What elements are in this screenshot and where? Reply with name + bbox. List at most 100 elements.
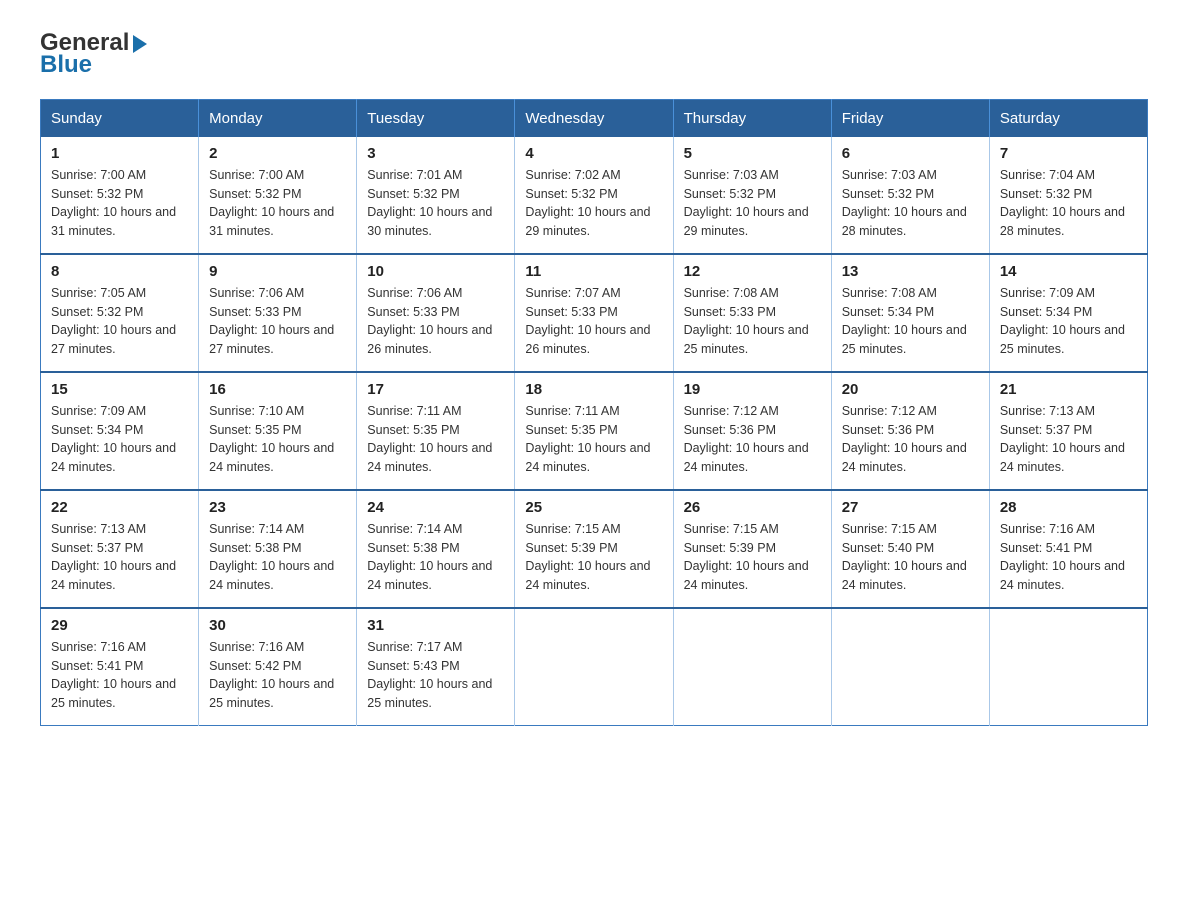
calendar-header-row: SundayMondayTuesdayWednesdayThursdayFrid… xyxy=(41,99,1148,137)
day-info: Sunrise: 7:06 AMSunset: 5:33 PMDaylight:… xyxy=(367,284,504,359)
day-number: 23 xyxy=(209,499,346,516)
calendar-week-row: 1 Sunrise: 7:00 AMSunset: 5:32 PMDayligh… xyxy=(41,137,1148,254)
calendar-day-cell: 29 Sunrise: 7:16 AMSunset: 5:41 PMDaylig… xyxy=(41,608,199,726)
day-number: 28 xyxy=(1000,499,1137,516)
day-info: Sunrise: 7:16 AMSunset: 5:42 PMDaylight:… xyxy=(209,638,346,713)
day-info: Sunrise: 7:12 AMSunset: 5:36 PMDaylight:… xyxy=(842,402,979,477)
calendar-day-cell: 8 Sunrise: 7:05 AMSunset: 5:32 PMDayligh… xyxy=(41,254,199,372)
day-info: Sunrise: 7:16 AMSunset: 5:41 PMDaylight:… xyxy=(51,638,188,713)
day-number: 21 xyxy=(1000,381,1137,398)
calendar-week-row: 8 Sunrise: 7:05 AMSunset: 5:32 PMDayligh… xyxy=(41,254,1148,372)
calendar-day-cell: 30 Sunrise: 7:16 AMSunset: 5:42 PMDaylig… xyxy=(199,608,357,726)
calendar-day-cell: 28 Sunrise: 7:16 AMSunset: 5:41 PMDaylig… xyxy=(989,490,1147,608)
day-info: Sunrise: 7:08 AMSunset: 5:34 PMDaylight:… xyxy=(842,284,979,359)
calendar-day-cell: 15 Sunrise: 7:09 AMSunset: 5:34 PMDaylig… xyxy=(41,372,199,490)
day-number: 8 xyxy=(51,263,188,280)
weekday-header-friday: Friday xyxy=(831,99,989,137)
calendar-day-cell: 3 Sunrise: 7:01 AMSunset: 5:32 PMDayligh… xyxy=(357,137,515,254)
logo: General Blue xyxy=(40,30,147,79)
calendar-day-cell: 12 Sunrise: 7:08 AMSunset: 5:33 PMDaylig… xyxy=(673,254,831,372)
calendar-day-cell xyxy=(831,608,989,726)
day-info: Sunrise: 7:13 AMSunset: 5:37 PMDaylight:… xyxy=(51,520,188,595)
logo-arrow-icon xyxy=(133,35,147,53)
calendar-day-cell: 24 Sunrise: 7:14 AMSunset: 5:38 PMDaylig… xyxy=(357,490,515,608)
weekday-header-sunday: Sunday xyxy=(41,99,199,137)
day-number: 2 xyxy=(209,145,346,162)
weekday-header-saturday: Saturday xyxy=(989,99,1147,137)
day-number: 17 xyxy=(367,381,504,398)
calendar-day-cell: 16 Sunrise: 7:10 AMSunset: 5:35 PMDaylig… xyxy=(199,372,357,490)
calendar-day-cell: 23 Sunrise: 7:14 AMSunset: 5:38 PMDaylig… xyxy=(199,490,357,608)
weekday-header-tuesday: Tuesday xyxy=(357,99,515,137)
day-number: 16 xyxy=(209,381,346,398)
day-number: 19 xyxy=(684,381,821,398)
calendar-day-cell: 4 Sunrise: 7:02 AMSunset: 5:32 PMDayligh… xyxy=(515,137,673,254)
day-number: 20 xyxy=(842,381,979,398)
day-info: Sunrise: 7:08 AMSunset: 5:33 PMDaylight:… xyxy=(684,284,821,359)
calendar-day-cell: 13 Sunrise: 7:08 AMSunset: 5:34 PMDaylig… xyxy=(831,254,989,372)
calendar-day-cell: 10 Sunrise: 7:06 AMSunset: 5:33 PMDaylig… xyxy=(357,254,515,372)
day-info: Sunrise: 7:09 AMSunset: 5:34 PMDaylight:… xyxy=(51,402,188,477)
day-info: Sunrise: 7:14 AMSunset: 5:38 PMDaylight:… xyxy=(367,520,504,595)
day-number: 18 xyxy=(525,381,662,398)
calendar-day-cell: 22 Sunrise: 7:13 AMSunset: 5:37 PMDaylig… xyxy=(41,490,199,608)
day-info: Sunrise: 7:00 AMSunset: 5:32 PMDaylight:… xyxy=(51,166,188,241)
calendar-day-cell: 5 Sunrise: 7:03 AMSunset: 5:32 PMDayligh… xyxy=(673,137,831,254)
calendar-day-cell: 26 Sunrise: 7:15 AMSunset: 5:39 PMDaylig… xyxy=(673,490,831,608)
calendar-day-cell xyxy=(515,608,673,726)
calendar-day-cell xyxy=(673,608,831,726)
calendar-day-cell xyxy=(989,608,1147,726)
day-info: Sunrise: 7:12 AMSunset: 5:36 PMDaylight:… xyxy=(684,402,821,477)
day-number: 12 xyxy=(684,263,821,280)
day-info: Sunrise: 7:14 AMSunset: 5:38 PMDaylight:… xyxy=(209,520,346,595)
calendar-day-cell: 6 Sunrise: 7:03 AMSunset: 5:32 PMDayligh… xyxy=(831,137,989,254)
day-info: Sunrise: 7:17 AMSunset: 5:43 PMDaylight:… xyxy=(367,638,504,713)
day-number: 6 xyxy=(842,145,979,162)
day-number: 27 xyxy=(842,499,979,516)
calendar-day-cell: 31 Sunrise: 7:17 AMSunset: 5:43 PMDaylig… xyxy=(357,608,515,726)
day-number: 4 xyxy=(525,145,662,162)
calendar-day-cell: 27 Sunrise: 7:15 AMSunset: 5:40 PMDaylig… xyxy=(831,490,989,608)
calendar-day-cell: 11 Sunrise: 7:07 AMSunset: 5:33 PMDaylig… xyxy=(515,254,673,372)
day-info: Sunrise: 7:13 AMSunset: 5:37 PMDaylight:… xyxy=(1000,402,1137,477)
day-info: Sunrise: 7:04 AMSunset: 5:32 PMDaylight:… xyxy=(1000,166,1137,241)
weekday-header-wednesday: Wednesday xyxy=(515,99,673,137)
day-number: 29 xyxy=(51,617,188,634)
day-number: 14 xyxy=(1000,263,1137,280)
day-info: Sunrise: 7:02 AMSunset: 5:32 PMDaylight:… xyxy=(525,166,662,241)
calendar-day-cell: 2 Sunrise: 7:00 AMSunset: 5:32 PMDayligh… xyxy=(199,137,357,254)
day-info: Sunrise: 7:03 AMSunset: 5:32 PMDaylight:… xyxy=(842,166,979,241)
calendar-day-cell: 19 Sunrise: 7:12 AMSunset: 5:36 PMDaylig… xyxy=(673,372,831,490)
day-number: 10 xyxy=(367,263,504,280)
day-info: Sunrise: 7:16 AMSunset: 5:41 PMDaylight:… xyxy=(1000,520,1137,595)
day-number: 9 xyxy=(209,263,346,280)
day-info: Sunrise: 7:15 AMSunset: 5:39 PMDaylight:… xyxy=(684,520,821,595)
page-header: General Blue xyxy=(40,30,1148,79)
day-info: Sunrise: 7:00 AMSunset: 5:32 PMDaylight:… xyxy=(209,166,346,241)
calendar-table: SundayMondayTuesdayWednesdayThursdayFrid… xyxy=(40,99,1148,726)
day-number: 5 xyxy=(684,145,821,162)
day-number: 7 xyxy=(1000,145,1137,162)
day-number: 26 xyxy=(684,499,821,516)
day-info: Sunrise: 7:06 AMSunset: 5:33 PMDaylight:… xyxy=(209,284,346,359)
day-number: 25 xyxy=(525,499,662,516)
calendar-day-cell: 14 Sunrise: 7:09 AMSunset: 5:34 PMDaylig… xyxy=(989,254,1147,372)
calendar-week-row: 15 Sunrise: 7:09 AMSunset: 5:34 PMDaylig… xyxy=(41,372,1148,490)
calendar-day-cell: 18 Sunrise: 7:11 AMSunset: 5:35 PMDaylig… xyxy=(515,372,673,490)
day-number: 11 xyxy=(525,263,662,280)
day-info: Sunrise: 7:09 AMSunset: 5:34 PMDaylight:… xyxy=(1000,284,1137,359)
weekday-header-monday: Monday xyxy=(199,99,357,137)
calendar-day-cell: 25 Sunrise: 7:15 AMSunset: 5:39 PMDaylig… xyxy=(515,490,673,608)
calendar-day-cell: 7 Sunrise: 7:04 AMSunset: 5:32 PMDayligh… xyxy=(989,137,1147,254)
day-info: Sunrise: 7:11 AMSunset: 5:35 PMDaylight:… xyxy=(367,402,504,477)
day-info: Sunrise: 7:05 AMSunset: 5:32 PMDaylight:… xyxy=(51,284,188,359)
calendar-day-cell: 1 Sunrise: 7:00 AMSunset: 5:32 PMDayligh… xyxy=(41,137,199,254)
day-number: 13 xyxy=(842,263,979,280)
day-info: Sunrise: 7:03 AMSunset: 5:32 PMDaylight:… xyxy=(684,166,821,241)
day-number: 31 xyxy=(367,617,504,634)
day-info: Sunrise: 7:01 AMSunset: 5:32 PMDaylight:… xyxy=(367,166,504,241)
day-info: Sunrise: 7:10 AMSunset: 5:35 PMDaylight:… xyxy=(209,402,346,477)
calendar-day-cell: 21 Sunrise: 7:13 AMSunset: 5:37 PMDaylig… xyxy=(989,372,1147,490)
day-number: 3 xyxy=(367,145,504,162)
day-info: Sunrise: 7:07 AMSunset: 5:33 PMDaylight:… xyxy=(525,284,662,359)
